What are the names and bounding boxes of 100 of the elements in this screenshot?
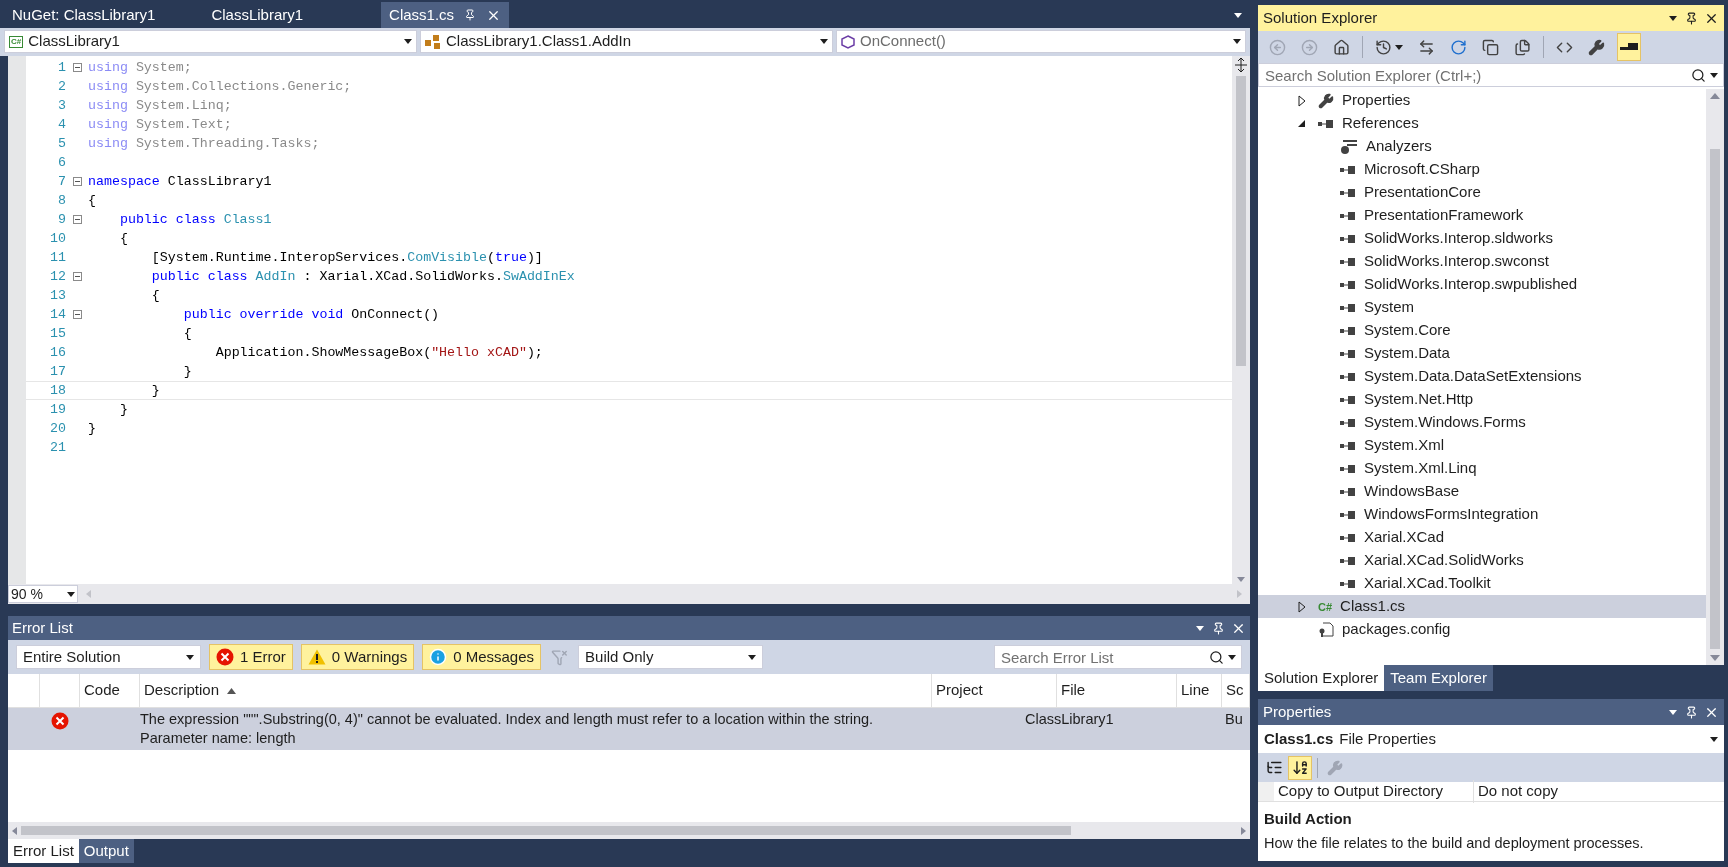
tree-item[interactable]: System.Windows.Forms — [1258, 411, 1706, 434]
tree-item[interactable]: WindowsBase — [1258, 480, 1706, 503]
toolbar-button[interactable] — [1617, 33, 1641, 61]
tree-item[interactable]: SolidWorks.Interop.sldworks — [1258, 227, 1706, 250]
dropdown-button[interactable] — [1667, 709, 1679, 715]
member-dropdown[interactable]: OnConnect() — [836, 30, 1246, 53]
tree-item[interactable]: System.Data — [1258, 342, 1706, 365]
search-icon[interactable] — [1209, 650, 1224, 665]
code-line: Application.ShowMessageBox("Hello xCAD"); — [214, 343, 543, 362]
document-tab[interactable]: Class1.cs — [381, 2, 510, 28]
class-icon — [425, 34, 441, 49]
warning-icon — [307, 649, 326, 665]
column-header[interactable]: Sc — [1222, 674, 1250, 707]
reference-icon — [1340, 211, 1356, 220]
search-field[interactable]: Search Error List — [994, 645, 1242, 669]
collapse-icon[interactable] — [72, 310, 82, 319]
tree-item[interactable]: SolidWorks.Interop.swconst — [1258, 250, 1706, 273]
tool-tab[interactable]: Output — [78, 839, 134, 863]
scroll-right-icon[interactable] — [1241, 826, 1246, 835]
line-number: 4 — [57, 115, 66, 134]
error-description: The expression """.Substring(0, 4)" cannot be evaluated. Index and length must refer to a location within the string. Parameter name: length — [140, 710, 875, 748]
pin-icon[interactable] — [1685, 705, 1698, 719]
column-header[interactable]: Description — [140, 674, 932, 707]
property-value[interactable]: Do not copy — [1474, 780, 1724, 803]
horizontal-scrollbar[interactable] — [8, 822, 1250, 839]
tree-item[interactable]: Properties — [1258, 89, 1706, 112]
tree-item[interactable]: System.Xml — [1258, 434, 1706, 457]
tool-tab[interactable]: Error List — [8, 839, 79, 863]
wrench-icon — [1327, 759, 1343, 776]
column-header[interactable]: Project — [932, 674, 1057, 707]
scroll-down-icon[interactable] — [1710, 655, 1720, 661]
search-field[interactable]: Search Solution Explorer (Ctrl+;) — [1258, 63, 1724, 87]
pin-icon[interactable] — [1685, 11, 1698, 25]
tree-item[interactable]: WindowsFormsIntegration — [1258, 503, 1706, 526]
code-line: [System.Runtime.InteropServices.ComVisible(true)] — [150, 248, 543, 267]
collapse-icon[interactable] — [72, 177, 82, 186]
tree-item[interactable]: C# Class1.cs — [1258, 595, 1706, 618]
reference-icon — [1340, 349, 1356, 358]
scroll-up-icon[interactable] — [1710, 93, 1720, 99]
line-number: 2 — [57, 77, 66, 96]
column-header[interactable]: File — [1057, 674, 1177, 707]
toolbar-button[interactable] — [1288, 755, 1312, 780]
dropdown-caret-icon — [748, 654, 757, 660]
filter-button[interactable]: 0 Messages — [422, 644, 542, 670]
project-dropdown[interactable]: C# ClassLibrary1 — [4, 30, 417, 53]
tree-item[interactable]: Xarial.XCad.SolidWorks — [1258, 549, 1706, 572]
pin-icon[interactable] — [1212, 621, 1225, 635]
collapse-icon[interactable] — [72, 215, 82, 224]
pin-icon[interactable] — [464, 9, 477, 21]
dropdown-button[interactable] — [1194, 625, 1206, 631]
tree-item[interactable]: SolidWorks.Interop.swpublished — [1258, 273, 1706, 296]
tree-item[interactable]: System.Data.DataSetExtensions — [1258, 365, 1706, 388]
tree-item[interactable]: PresentationCore — [1258, 181, 1706, 204]
column-header[interactable]: Line — [1177, 674, 1222, 707]
vertical-scrollbar[interactable] — [1232, 56, 1250, 584]
scope-dropdown[interactable]: Entire Solution — [16, 645, 201, 669]
collapse-icon[interactable] — [72, 63, 82, 72]
tree-item[interactable]: System.Core — [1258, 319, 1706, 342]
tree-item[interactable]: System.Net.Http — [1258, 388, 1706, 411]
scrollbar-thumb[interactable] — [1710, 149, 1720, 649]
tree-item[interactable]: System.Xml.Linq — [1258, 457, 1706, 480]
tree-item[interactable]: Analyzers — [1258, 135, 1706, 158]
tool-tab[interactable]: Team Explorer — [1384, 665, 1493, 691]
dropdown-caret-icon — [186, 654, 194, 660]
error-row[interactable]: The expression """.Substring(0, 4)" cannot be evaluated. Index and length must refer to a location within the string. Parameter name: length ClassLibrary1 Bu — [8, 708, 1250, 750]
tree-item[interactable]: System — [1258, 296, 1706, 319]
tree-item[interactable]: Xarial.XCad.Toolkit — [1258, 572, 1706, 595]
object-dropdown[interactable]: Class1.cs File Properties — [1258, 725, 1724, 753]
tree-item[interactable]: PresentationFramework — [1258, 204, 1706, 227]
line-number: 3 — [57, 96, 66, 115]
scroll-left-icon[interactable] — [12, 826, 17, 835]
csharp-project-icon: C# — [9, 35, 24, 48]
filter-button[interactable]: 0 Warnings — [300, 644, 415, 670]
column-header[interactable]: Code — [80, 674, 140, 707]
zoom-dropdown[interactable]: 90 % — [8, 585, 78, 603]
search-icon[interactable] — [1691, 68, 1706, 83]
property-name[interactable]: Copy to Output Directory — [1274, 780, 1474, 803]
code-line: { — [150, 286, 160, 305]
document-tab[interactable]: NuGet: ClassLibrary1 — [4, 2, 164, 28]
files-icon — [1514, 38, 1531, 56]
vertical-scrollbar[interactable] — [1706, 89, 1724, 665]
wrench-icon — [1588, 38, 1605, 56]
line-number: 21 — [49, 438, 66, 457]
reference-icon — [1340, 579, 1356, 588]
collapse-icon — [1482, 38, 1499, 56]
build-filter-dropdown[interactable]: Build Only — [578, 645, 764, 669]
scrollbar-thumb[interactable] — [21, 826, 1071, 835]
dropdown-button[interactable] — [1667, 15, 1679, 21]
split-icon[interactable] — [1235, 58, 1247, 72]
collapse-icon[interactable] — [72, 272, 82, 281]
tree-item[interactable]: References — [1258, 112, 1706, 135]
document-tab[interactable]: ClassLibrary1 — [203, 2, 312, 28]
tree-item[interactable]: Xarial.XCad — [1258, 526, 1706, 549]
tool-tab[interactable]: Solution Explorer — [1258, 665, 1385, 691]
tree-item[interactable]: packages.config — [1258, 618, 1706, 641]
dropdown-caret-icon — [820, 39, 828, 44]
filter-button[interactable]: 1 Error — [209, 644, 293, 670]
scrollbar-thumb[interactable] — [1236, 76, 1246, 366]
tree-item[interactable]: Microsoft.CSharp — [1258, 158, 1706, 181]
type-dropdown[interactable]: ClassLibrary1.Class1.AddIn — [420, 30, 833, 53]
